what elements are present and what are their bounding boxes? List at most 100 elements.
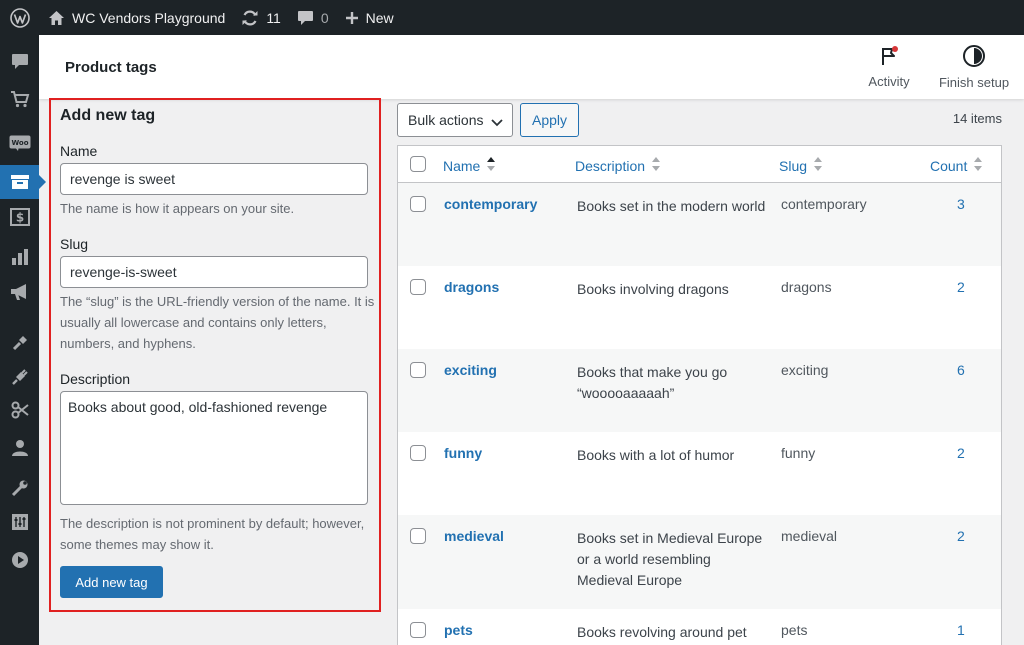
row-checkbox[interactable]: [410, 622, 426, 638]
column-name-header[interactable]: Name: [443, 156, 496, 175]
tag-name-input[interactable]: [60, 163, 368, 195]
tag-slug: medieval: [781, 528, 838, 544]
sort-asc-icon: [486, 156, 496, 175]
comment-bubble-icon: [297, 10, 314, 26]
comments-link[interactable]: 0: [289, 0, 337, 35]
new-label: New: [365, 9, 394, 26]
svg-text:$: $: [15, 211, 23, 225]
flag-icon: [878, 45, 900, 70]
users-icon[interactable]: [0, 431, 39, 465]
description-label: Description: [60, 371, 131, 387]
finish-setup-button[interactable]: Finish setup: [934, 35, 1014, 99]
row-checkbox[interactable]: [410, 445, 426, 461]
column-count-header[interactable]: Count: [930, 156, 983, 175]
activity-label: Activity: [868, 74, 910, 89]
tag-slug: dragons: [781, 279, 832, 295]
svg-text:Woo: Woo: [11, 139, 28, 147]
apply-button[interactable]: Apply: [520, 103, 579, 137]
tag-count-link[interactable]: 2: [957, 528, 965, 544]
table-row: funny Books with a lot of humor funny 2: [398, 432, 1001, 515]
plus-icon: [345, 11, 359, 25]
tag-slug: pets: [781, 622, 808, 638]
home-icon: [48, 10, 65, 26]
tags-table: Name Description Slug Count contemporary…: [397, 145, 1002, 645]
marketing-icon[interactable]: [0, 275, 39, 309]
column-slug-label: Slug: [779, 157, 808, 174]
tag-count-link[interactable]: 1: [957, 622, 965, 638]
finish-setup-label: Finish setup: [938, 75, 1010, 90]
admin-side-menu: Woo $: [0, 35, 46, 645]
woo-icon[interactable]: Woo: [0, 126, 39, 160]
bulk-actions-select[interactable]: Bulk actions: [397, 103, 513, 137]
products-icon[interactable]: [0, 165, 46, 199]
tag-name-link[interactable]: exciting: [444, 362, 497, 378]
slug-label: Slug: [60, 236, 89, 252]
row-checkbox[interactable]: [410, 279, 426, 295]
tag-count-link[interactable]: 6: [957, 362, 965, 378]
activity-button[interactable]: Activity: [861, 35, 917, 99]
tag-slug: funny: [781, 445, 816, 461]
name-help-text: The name is how it appears on your site.: [60, 201, 295, 216]
plugins-icon[interactable]: [0, 360, 39, 394]
tag-description: Books involving dragons: [577, 281, 729, 297]
table-row: dragons Books involving dragons dragons …: [398, 266, 1001, 349]
wordpress-logo-icon[interactable]: [0, 0, 40, 35]
name-label: Name: [60, 143, 98, 159]
column-count-label: Count: [930, 157, 968, 174]
media-player-icon[interactable]: [0, 543, 39, 577]
column-description-label: Description: [575, 157, 646, 174]
tag-name-link[interactable]: medieval: [444, 528, 504, 544]
site-name-label: WC Vendors Playground: [72, 9, 226, 26]
tag-count-link[interactable]: 3: [957, 196, 965, 212]
tag-count-link[interactable]: 2: [957, 279, 965, 295]
table-row: medieval Books set in Medieval Europe or…: [398, 515, 1001, 609]
updates-icon: [241, 9, 259, 27]
comments-icon[interactable]: [0, 44, 39, 78]
tag-slug-input[interactable]: [60, 256, 368, 288]
appearance-icon[interactable]: [0, 326, 39, 360]
tag-count-link[interactable]: 2: [957, 445, 965, 461]
sort-icon: [973, 156, 983, 175]
row-checkbox[interactable]: [410, 196, 426, 212]
row-checkbox[interactable]: [410, 528, 426, 544]
tag-description-textarea[interactable]: Books about good, old-fashioned revenge: [60, 391, 368, 505]
page-title: Product tags: [65, 59, 157, 76]
settings-icon[interactable]: [0, 505, 39, 539]
tag-description: Books revolving around pet: [577, 624, 747, 640]
select-all-checkbox[interactable]: [410, 156, 426, 172]
table-row: pets Books revolving around pet pets 1: [398, 609, 1001, 645]
tag-description: Books set in Medieval Europe or a world …: [577, 530, 763, 588]
new-content-link[interactable]: New: [337, 0, 402, 35]
column-name-label: Name: [443, 157, 481, 174]
cart-icon[interactable]: [0, 82, 39, 116]
tag-name-link[interactable]: pets: [444, 622, 473, 638]
row-checkbox[interactable]: [410, 362, 426, 378]
column-description-header[interactable]: Description: [575, 156, 661, 175]
tools-icon[interactable]: [0, 471, 39, 505]
updates-count: 11: [266, 9, 281, 26]
tag-slug: contemporary: [781, 196, 867, 212]
add-new-tag-button[interactable]: Add new tag: [60, 566, 163, 598]
tag-description: Books that make you go “wooooaaaaah”: [577, 364, 728, 401]
tag-name-link[interactable]: funny: [444, 445, 482, 461]
page-header: Product tags Activity Finish setup: [39, 35, 1024, 99]
description-help-text: The description is not prominent by defa…: [60, 516, 365, 552]
sort-icon: [651, 156, 661, 175]
site-name-link[interactable]: WC Vendors Playground: [40, 0, 233, 35]
items-count: 14 items: [952, 111, 1002, 126]
table-row: contemporary Books set in the modern wor…: [398, 183, 1001, 266]
payments-icon[interactable]: $: [0, 200, 39, 234]
tag-name-link[interactable]: dragons: [444, 279, 499, 295]
table-row: exciting Books that make you go “wooooaa…: [398, 349, 1001, 432]
analytics-icon[interactable]: [0, 240, 39, 274]
bulk-actions-label: Bulk actions: [408, 112, 484, 128]
form-heading: Add new tag: [60, 107, 156, 124]
tag-slug: exciting: [781, 362, 829, 378]
column-slug-header[interactable]: Slug: [779, 156, 823, 175]
comments-count: 0: [320, 9, 329, 26]
add-new-tag-form: Add new tag Name The name is how it appe…: [49, 98, 381, 612]
tag-name-link[interactable]: contemporary: [444, 196, 537, 212]
updates-link[interactable]: 11: [233, 0, 289, 35]
vendors-icon[interactable]: [0, 393, 39, 427]
tag-description: Books set in the modern world: [577, 198, 766, 214]
